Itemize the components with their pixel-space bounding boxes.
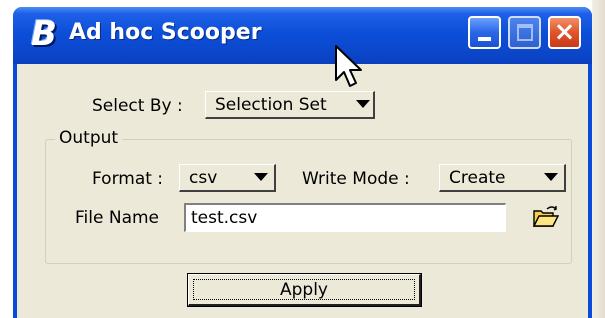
format-dropdown[interactable]: csv [179,164,276,192]
apply-button-label: Apply [280,280,328,300]
chevron-down-icon [356,100,370,108]
chevron-down-icon [544,173,558,181]
format-label: Format : [92,169,164,189]
write-mode-label: Write Mode : [302,169,410,189]
open-folder-icon-graphic [532,206,560,227]
apply-button[interactable]: Apply [187,273,422,307]
dialog-window: B Ad hoc Scooper × Select By : Selection… [13,7,592,318]
minimize-button[interactable] [468,16,501,49]
window-title: Ad hoc Scooper [69,20,262,45]
output-group-label: Output [55,128,123,148]
select-by-value: Selection Set [215,95,327,115]
mouse-cursor-icon [335,45,362,87]
close-button[interactable]: × [548,16,581,49]
chevron-down-icon [254,173,268,181]
output-group [45,139,572,264]
desktop-background [592,0,605,318]
write-mode-value: Create [449,168,506,188]
select-by-dropdown[interactable]: Selection Set [205,91,375,119]
dialog-body: Select By : Selection Set Output Format … [17,64,588,318]
title-bar[interactable]: B Ad hoc Scooper × [13,7,592,64]
file-name-input[interactable]: test.csv [184,203,506,232]
file-name-value: test.csv [191,208,258,228]
write-mode-dropdown[interactable]: Create [439,164,566,192]
maximize-button[interactable] [508,16,541,49]
open-folder-icon[interactable] [531,204,560,230]
close-icon: × [553,17,576,47]
minimize-icon [478,37,491,41]
app-icon: B [31,14,57,54]
file-name-label: File Name [75,208,160,228]
format-value: csv [189,168,218,188]
maximize-icon [517,24,533,41]
select-by-label: Select By : [92,96,183,116]
